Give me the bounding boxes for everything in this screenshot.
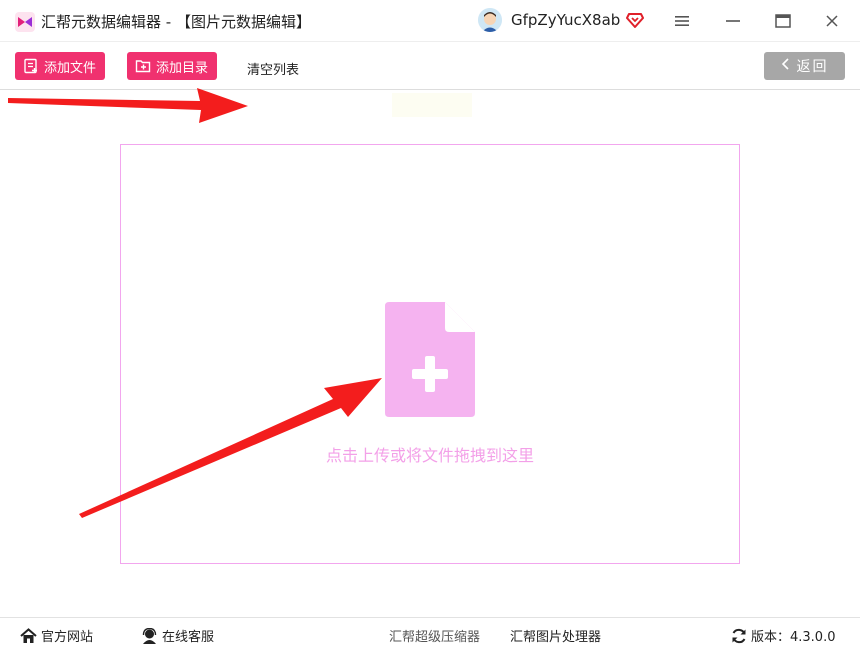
- vip-diamond-icon[interactable]: [626, 11, 644, 29]
- toolbar: 添加文件 添加目录 清空列表 返回: [0, 42, 860, 90]
- customer-service-icon: [142, 627, 157, 644]
- refresh-icon: [732, 628, 746, 643]
- add-folder-label: 添加目录: [156, 60, 209, 76]
- app-logo-icon: [14, 11, 36, 33]
- hamburger-menu-icon[interactable]: [670, 9, 694, 33]
- official-website-label: 官方网站: [41, 630, 94, 645]
- add-file-large-icon: [385, 302, 475, 417]
- add-file-label: 添加文件: [44, 60, 97, 76]
- minimize-icon[interactable]: [721, 9, 745, 33]
- faint-highlight: [392, 93, 472, 117]
- back-label: 返回: [796, 59, 829, 75]
- close-icon[interactable]: [820, 9, 844, 33]
- online-support-label: 在线客服: [162, 630, 215, 645]
- add-file-icon: [24, 58, 37, 74]
- compressor-link[interactable]: 汇帮超级压缩器: [389, 626, 480, 645]
- maximize-icon[interactable]: [771, 9, 795, 33]
- user-avatar[interactable]: [478, 8, 502, 32]
- version-label: 版本：4.3.0.0: [751, 630, 836, 645]
- add-folder-icon: [135, 60, 151, 73]
- clear-list-button[interactable]: 清空列表: [247, 59, 299, 78]
- annotation-arrow-top: [8, 88, 248, 123]
- footer: 官方网站 在线客服 汇帮超级压缩器 汇帮图片处理器 版本：4.3.0.0: [0, 617, 860, 650]
- online-support-link[interactable]: 在线客服: [141, 626, 214, 645]
- back-button[interactable]: 返回: [764, 52, 845, 80]
- home-icon: [20, 627, 37, 643]
- file-drop-zone[interactable]: 点击上传或将文件拖拽到这里: [120, 144, 740, 564]
- username[interactable]: GfpZyYucX8ab: [511, 11, 620, 29]
- chevron-left-icon: [781, 58, 789, 74]
- add-folder-button[interactable]: 添加目录: [127, 52, 218, 80]
- add-file-button[interactable]: 添加文件: [15, 52, 106, 80]
- title-bar: 汇帮元数据编辑器 - 【图片元数据编辑】 GfpZyYucX8ab: [0, 0, 860, 42]
- image-processor-link[interactable]: 汇帮图片处理器: [510, 626, 601, 645]
- drop-zone-hint: 点击上传或将文件拖拽到这里: [325, 446, 534, 465]
- official-website-link[interactable]: 官方网站: [20, 626, 93, 645]
- version-info[interactable]: 版本：4.3.0.0: [731, 626, 835, 645]
- window-title: 汇帮元数据编辑器 - 【图片元数据编辑】: [41, 13, 311, 31]
